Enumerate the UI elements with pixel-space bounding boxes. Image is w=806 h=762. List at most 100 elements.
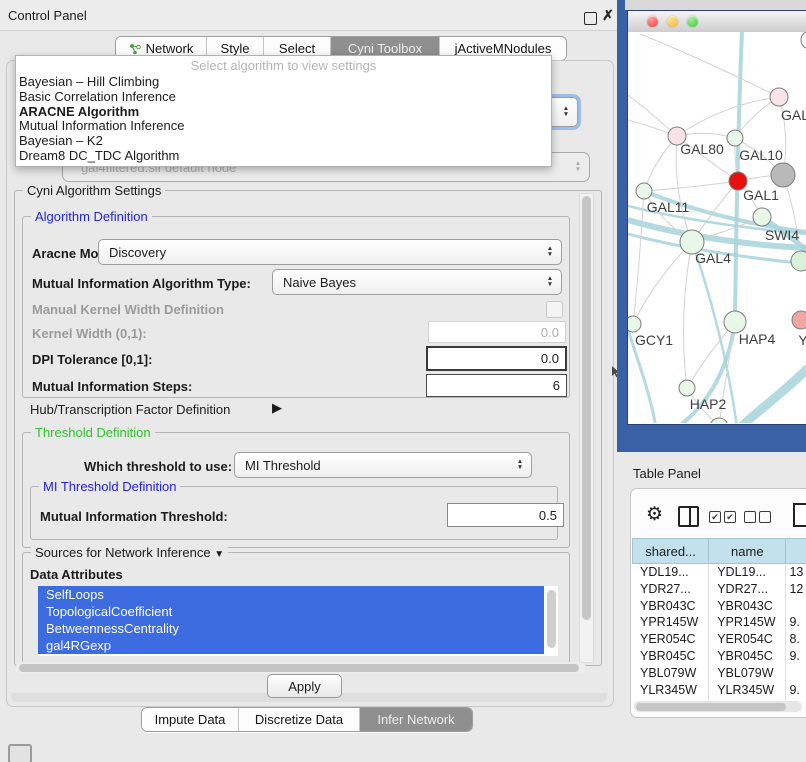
table-cell[interactable]: 9. [786, 648, 806, 665]
table-cell[interactable]: YLR345W [632, 682, 709, 699]
data-attributes-list[interactable]: SelfLoops TopologicalCoefficient Between… [38, 586, 558, 656]
network-node-label: GAL80 [680, 141, 724, 157]
table-cell[interactable]: 8. [786, 631, 806, 648]
close-traffic-icon[interactable] [647, 16, 658, 27]
network-node[interactable] [771, 163, 795, 187]
table-cell[interactable]: YDR27... [632, 581, 709, 598]
table-cell[interactable]: YDL19... [632, 564, 709, 581]
table-hscrollbar[interactable] [634, 701, 802, 712]
table-cell[interactable]: YLR345W [709, 682, 786, 699]
algorithm-option[interactable]: Mutual Information Inference [16, 119, 551, 134]
gear-icon[interactable]: ⚙ [646, 503, 663, 526]
algorithm-option-selected[interactable]: ARACNE Algorithm [16, 105, 551, 120]
table-cell[interactable]: YBL079W [709, 665, 786, 682]
network-node[interactable] [679, 380, 695, 396]
attribute-item[interactable]: BetweennessCentrality [38, 620, 544, 637]
table-cell[interactable] [786, 598, 806, 615]
apply-label: Apply [288, 679, 321, 694]
network-node[interactable] [628, 316, 641, 332]
tab-impute-data[interactable]: Impute Data [142, 708, 238, 731]
apply-button[interactable]: Apply [267, 674, 342, 698]
table-hscrollbar-thumb[interactable] [636, 703, 786, 711]
table-cell[interactable]: YBR045C [632, 648, 709, 665]
tab-discretize-data[interactable]: Discretize Data [238, 708, 359, 731]
table-cell[interactable]: YER054C [709, 631, 786, 648]
columns-icon[interactable] [678, 506, 699, 527]
table-cell[interactable]: 9. [786, 614, 806, 631]
table-cell[interactable]: YDR27... [709, 581, 786, 598]
manual-kernel-checkbox[interactable] [546, 301, 563, 318]
network-node[interactable] [753, 208, 771, 226]
table-row[interactable]: YBR043CYBR043C [632, 598, 806, 615]
table-row[interactable]: YLR345WYLR345W9. [632, 682, 806, 699]
attribute-item[interactable]: TopologicalCoefficient [38, 603, 544, 620]
table-cell[interactable]: YBR045C [709, 648, 786, 665]
table-cell[interactable]: YBR043C [632, 598, 709, 615]
column-header[interactable]: name [709, 538, 786, 564]
table-row[interactable]: YPR145WYPR145W9. [632, 614, 806, 631]
table-cell[interactable]: YER054C [632, 631, 709, 648]
table-cell[interactable]: YPR145W [632, 614, 709, 631]
zoom-traffic-icon[interactable] [687, 16, 698, 27]
mi-type-select[interactable]: Naive Bayes ▲▼ [272, 269, 562, 295]
table-cell[interactable]: 9. [786, 682, 806, 699]
collapse-arrow-icon[interactable]: ▼ [214, 549, 224, 560]
algorithm-option[interactable]: Bayesian – Hill Climbing [16, 75, 551, 90]
tab-infer-network[interactable]: Infer Network [359, 708, 472, 731]
network-node[interactable] [724, 311, 746, 333]
attribute-item[interactable]: gal4RGexp [38, 637, 544, 654]
table-cell[interactable]: YBL079W [632, 665, 709, 682]
network-node[interactable] [636, 183, 652, 199]
table-row[interactable]: YER054CYER054C8. [632, 631, 806, 648]
table-row[interactable]: YBR045CYBR045C9. [632, 648, 806, 665]
algorithm-option[interactable]: Dream8 DC_TDC Algorithm [16, 149, 551, 164]
close-icon[interactable]: ✗ [602, 9, 614, 21]
mi-steps-input[interactable]: 6 [426, 374, 567, 397]
attribute-item[interactable]: SelfLoops [38, 586, 544, 603]
attributes-scrollbar[interactable] [546, 588, 557, 654]
aracne-mode-select[interactable]: Discovery ▲▼ [98, 239, 562, 265]
table-cell[interactable]: YBR043C [709, 598, 786, 615]
export-table-icon[interactable] [793, 503, 806, 527]
algorithm-option[interactable]: Bayesian – K2 [16, 134, 551, 149]
network-window-titlebar[interactable] [628, 11, 806, 33]
docked-panel-icon[interactable] [8, 744, 32, 762]
network-node-label: GAL10 [739, 147, 783, 163]
hub-section-label[interactable]: Hub/Transcription Factor Definition [30, 402, 230, 417]
hide-columns-icon[interactable] [744, 511, 771, 523]
table-cell[interactable]: 12 [786, 581, 806, 598]
network-canvas[interactable]: GALGAL80GAL10GAL1GAL11SWI4GAL4GCY1HAP4YH… [628, 32, 806, 423]
table-cell[interactable]: 13 [786, 564, 806, 581]
algorithm-option[interactable]: Basic Correlation Inference [16, 90, 551, 105]
network-node[interactable] [710, 418, 728, 423]
aracne-mode-value: Discovery [109, 245, 166, 260]
settings-hscrollbar[interactable] [16, 662, 586, 674]
column-header[interactable] [786, 538, 806, 564]
settings-hscrollbar-thumb[interactable] [19, 664, 579, 672]
network-node[interactable] [727, 130, 743, 146]
stepper-arrows-icon: ▲▼ [561, 106, 571, 118]
table-cell[interactable] [786, 665, 806, 682]
table-cell[interactable]: YPR145W [709, 614, 786, 631]
network-node[interactable] [791, 251, 806, 271]
table-row[interactable]: YDR27...YDR27...12 [632, 581, 806, 598]
column-header[interactable]: shared... [632, 538, 709, 564]
expand-arrow-icon[interactable]: ▶ [272, 400, 282, 416]
float-panel-icon[interactable] [584, 12, 597, 25]
network-node[interactable] [801, 32, 806, 49]
table-cell[interactable]: YDL19... [709, 564, 786, 581]
table-row[interactable]: YDL19...YDL19...13 [632, 564, 806, 581]
attributes-scrollbar-thumb[interactable] [547, 590, 556, 648]
settings-scrollbar-thumb[interactable] [582, 196, 591, 620]
show-columns-icon[interactable]: ✔✔ [709, 511, 736, 523]
tab-label: Select [279, 41, 315, 56]
settings-scrollbar[interactable] [579, 193, 594, 663]
network-node[interactable] [792, 311, 806, 329]
which-threshold-select[interactable]: MI Threshold ▲▼ [234, 452, 532, 478]
table-row[interactable]: YBL079WYBL079W [632, 665, 806, 682]
mi-threshold-input[interactable]: 0.5 [447, 503, 564, 527]
network-node[interactable] [770, 88, 788, 106]
minimize-traffic-icon[interactable] [667, 16, 678, 27]
kernel-width-input[interactable]: 0.0 [428, 321, 566, 343]
dpi-tolerance-input[interactable]: 0.0 [426, 346, 567, 371]
